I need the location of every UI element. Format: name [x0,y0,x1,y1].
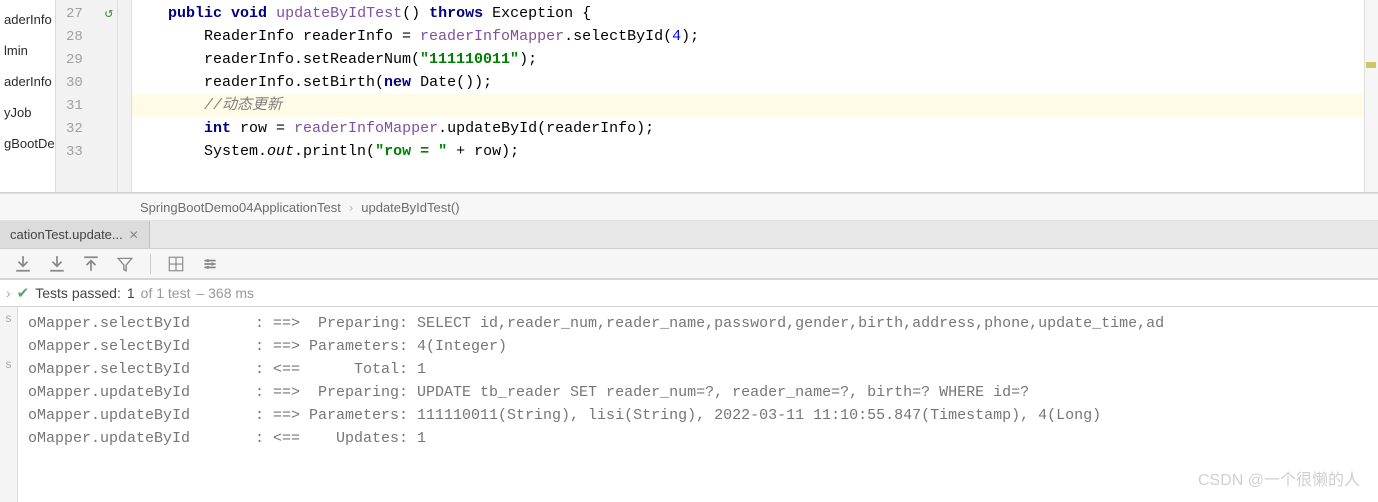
overview-ruler[interactable] [1364,0,1378,192]
console-line: oMapper.selectById : ==> Preparing: SELE… [28,312,1378,335]
sidebar-item[interactable]: aderInfo [0,66,55,97]
console-line: oMapper.updateById : ==> Preparing: UPDA… [28,381,1378,404]
tests-passed-count: 1 [127,285,135,301]
close-icon[interactable]: ✕ [129,228,139,242]
chevron-right-icon: › [349,200,353,215]
console-line: oMapper.updateById : <== Updates: 1 [28,427,1378,450]
test-status-bar: › ✔ Tests passed: 1 of 1 test – 368 ms [0,279,1378,307]
run-toolbar [0,249,1378,279]
line-number: 33 [56,140,117,163]
line-number: 27↺ [56,2,117,25]
filter-icon[interactable] [116,255,134,273]
run-tabs: cationTest.update... ✕ [0,221,1378,249]
line-number: 29 [56,48,117,71]
console-line: oMapper.selectById : ==> Parameters: 4(I… [28,335,1378,358]
tests-passed-label: Tests passed: [35,285,121,301]
marker-strip [118,0,132,192]
run-tab-label: cationTest.update... [10,227,123,242]
console-output[interactable]: oMapper.selectById : ==> Preparing: SELE… [18,307,1378,502]
editor-pane: aderInfo lmin aderInfo yJob gBootDe 27↺ … [0,0,1378,193]
watermark: CSDN @一个很懒的人 [1198,466,1360,490]
sidebar-item[interactable]: gBootDe [0,128,55,159]
code-line[interactable]: ReaderInfo readerInfo = readerInfoMapper… [132,25,1364,48]
check-icon: ✔ [17,284,30,302]
run-tab[interactable]: cationTest.update... ✕ [0,221,150,248]
console-line: oMapper.updateById : ==> Parameters: 111… [28,404,1378,427]
code-line[interactable]: int row = readerInfoMapper.updateById(re… [132,117,1364,140]
line-number: 30 [56,71,117,94]
divider [150,254,151,274]
breadcrumb-method[interactable]: updateByIdTest() [361,200,459,215]
download-icon[interactable] [14,255,32,273]
settings-icon[interactable] [201,255,219,273]
code-line[interactable]: public void updateByIdTest() throws Exce… [132,2,1364,25]
download-icon[interactable] [48,255,66,273]
code-editor[interactable]: 27↺ 28 29 30 31 32 33 public void update… [56,0,1378,192]
code-line[interactable]: readerInfo.setReaderNum("111110011"); [132,48,1364,71]
code-line[interactable]: //动态更新 [132,94,1364,117]
breadcrumb-class[interactable]: SpringBootDemo04ApplicationTest [140,200,341,215]
tests-of-label: of 1 test [141,285,191,301]
console-gutter: ss [0,307,18,502]
code-area[interactable]: public void updateByIdTest() throws Exce… [132,0,1364,192]
line-number: 28 [56,25,117,48]
line-gutter: 27↺ 28 29 30 31 32 33 [56,0,118,192]
upload-icon[interactable] [82,255,100,273]
grid-icon[interactable] [167,255,185,273]
sidebar-item[interactable]: aderInfo [0,4,55,35]
console-line: oMapper.selectById : <== Total: 1 [28,358,1378,381]
tests-duration: – 368 ms [196,285,254,301]
line-number: 32 [56,117,117,140]
project-sidebar[interactable]: aderInfo lmin aderInfo yJob gBootDe [0,0,56,192]
code-line[interactable]: System.out.println("row = " + row); [132,140,1364,163]
sidebar-item[interactable]: yJob [0,97,55,128]
line-number: 31 [56,94,117,117]
code-line[interactable]: readerInfo.setBirth(new Date()); [132,71,1364,94]
run-test-icon[interactable]: ↺ [105,5,113,22]
breadcrumb[interactable]: SpringBootDemo04ApplicationTest › update… [0,193,1378,221]
sidebar-item[interactable]: lmin [0,35,55,66]
expand-icon[interactable]: › [6,285,11,301]
console-pane: ss oMapper.selectById : ==> Preparing: S… [0,307,1378,502]
